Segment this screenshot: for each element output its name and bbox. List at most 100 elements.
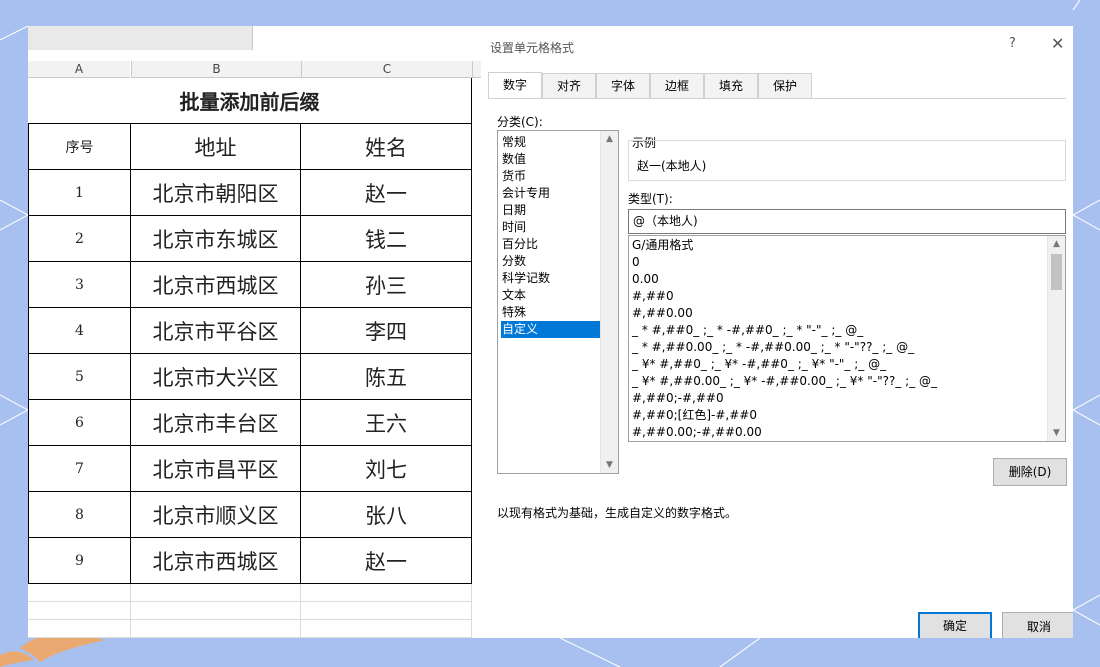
format-item[interactable]: G/通用格式	[632, 237, 693, 254]
index-cell[interactable]: 8	[28, 492, 131, 538]
index-cell[interactable]: 6	[28, 400, 131, 446]
header-cell-name[interactable]: 姓名	[301, 124, 472, 170]
sample-value: 赵一(本地人)	[637, 159, 707, 173]
address-cell[interactable]: 北京市朝阳区	[131, 170, 301, 216]
formula-bar	[28, 26, 481, 50]
category-item[interactable]: 科学记数	[501, 270, 602, 287]
format-item[interactable]: #,##0.00	[632, 305, 693, 322]
header-cell-address[interactable]: 地址	[131, 124, 301, 170]
delete-button[interactable]: 删除(D)	[993, 458, 1067, 486]
scroll-down-icon[interactable]: ▼	[1048, 425, 1065, 441]
table-row: 2 北京市东城区 钱二	[28, 216, 481, 262]
scroll-thumb[interactable]	[1051, 254, 1062, 290]
category-item[interactable]: 常规	[501, 134, 602, 151]
index-cell[interactable]: 2	[28, 216, 131, 262]
category-item[interactable]: 数值	[501, 151, 602, 168]
ok-button[interactable]: 确定	[918, 612, 992, 638]
format-item[interactable]: _ ¥* #,##0.00_ ;_ ¥* -#,##0.00_ ;_ ¥* "-…	[632, 373, 937, 390]
table-row: 1 北京市朝阳区 赵一	[28, 170, 481, 216]
category-item[interactable]: 时间	[501, 219, 602, 236]
name-cell[interactable]: 刘七	[301, 446, 472, 492]
column-header-d[interactable]	[472, 61, 481, 78]
name-cell[interactable]: 钱二	[301, 216, 472, 262]
category-item[interactable]: 百分比	[501, 236, 602, 253]
format-list[interactable]: G/通用格式 0 0.00 #,##0 #,##0.00 _ * #,##0_ ;_ * …	[628, 235, 1066, 442]
category-item[interactable]: 分数	[501, 253, 602, 270]
empty-cell[interactable]	[301, 602, 472, 620]
index-cell[interactable]: 3	[28, 262, 131, 308]
format-item[interactable]: #,##0.00;-#,##0.00	[632, 424, 762, 441]
empty-cell[interactable]	[301, 584, 472, 602]
category-item[interactable]: 文本	[501, 287, 602, 304]
dialog-title: 设置单元格格式	[490, 41, 575, 55]
scroll-up-icon[interactable]: ▲	[601, 131, 618, 147]
format-item[interactable]: #,##0;[红色]-#,##0	[632, 407, 757, 424]
cancel-button[interactable]: 取消	[1002, 612, 1073, 638]
index-cell[interactable]: 7	[28, 446, 131, 492]
category-scrollbar[interactable]: ▲ ▼	[600, 131, 618, 473]
name-cell[interactable]: 赵一	[301, 170, 472, 216]
index-cell[interactable]: 4	[28, 308, 131, 354]
formula-input[interactable]	[252, 26, 481, 50]
index-cell[interactable]: 1	[28, 170, 131, 216]
empty-row	[28, 620, 481, 638]
empty-cell[interactable]	[131, 620, 301, 638]
tab-font[interactable]: 字体	[596, 73, 650, 98]
table-row: 9 北京市西城区 赵一	[28, 538, 481, 584]
format-item[interactable]: #,##0;-#,##0	[632, 390, 724, 407]
category-item[interactable]: 会计专用	[501, 185, 602, 202]
name-cell[interactable]: 张八	[301, 492, 472, 538]
header-cell-index[interactable]: 序号	[28, 124, 131, 170]
type-input[interactable]: @（本地人)	[628, 209, 1066, 234]
index-cell[interactable]: 5	[28, 354, 131, 400]
format-item[interactable]: _ ¥* #,##0_ ;_ ¥* -#,##0_ ;_ ¥* "-"_ ;_ …	[632, 356, 886, 373]
help-icon[interactable]: ?	[1009, 36, 1016, 51]
format-item[interactable]: _ * #,##0_ ;_ * -#,##0_ ;_ * "-"_ ;_ @_	[632, 322, 863, 339]
column-header-b[interactable]: B	[131, 61, 301, 78]
tab-fill[interactable]: 填充	[704, 73, 758, 98]
address-cell[interactable]: 北京市平谷区	[131, 308, 301, 354]
empty-cell[interactable]	[301, 620, 472, 638]
format-item[interactable]: 0	[632, 254, 640, 271]
sample-box: 赵一(本地人)	[628, 140, 1066, 181]
empty-cell[interactable]	[28, 602, 131, 620]
close-icon[interactable]: ✕	[1051, 34, 1064, 53]
address-cell[interactable]: 北京市西城区	[131, 262, 301, 308]
format-item[interactable]: #,##0	[632, 288, 674, 305]
address-cell[interactable]: 北京市昌平区	[131, 446, 301, 492]
column-header-c[interactable]: C	[301, 61, 472, 78]
category-item[interactable]: 日期	[501, 202, 602, 219]
index-cell[interactable]: 9	[28, 538, 131, 584]
name-cell[interactable]: 陈五	[301, 354, 472, 400]
tab-border[interactable]: 边框	[650, 73, 704, 98]
column-header-a[interactable]: A	[28, 61, 130, 78]
category-list[interactable]: 常规 数值 货币 会计专用 日期 时间 百分比 分数 科学记数 文本 特殊 自定义 ▲ ▼	[497, 130, 619, 474]
address-cell[interactable]: 北京市丰台区	[131, 400, 301, 446]
description-text: 以现有格式为基础，生成自定义的数字格式。	[497, 506, 738, 520]
name-cell[interactable]: 王六	[301, 400, 472, 446]
category-item[interactable]: 特殊	[501, 304, 602, 321]
name-cell[interactable]: 赵一	[301, 538, 472, 584]
scroll-up-icon[interactable]: ▲	[1048, 236, 1065, 252]
format-scrollbar[interactable]: ▲ ▼	[1047, 236, 1065, 441]
tab-number[interactable]: 数字	[488, 72, 542, 99]
title-row: 批量添加前后缀	[28, 78, 481, 124]
empty-cell[interactable]	[28, 584, 131, 602]
address-cell[interactable]: 北京市大兴区	[131, 354, 301, 400]
empty-cell[interactable]	[131, 584, 301, 602]
name-cell[interactable]: 李四	[301, 308, 472, 354]
empty-cell[interactable]	[28, 620, 131, 638]
title-cell[interactable]: 批量添加前后缀	[28, 78, 472, 124]
address-cell[interactable]: 北京市西城区	[131, 538, 301, 584]
category-item[interactable]: 自定义	[501, 321, 602, 338]
scroll-down-icon[interactable]: ▼	[601, 457, 618, 473]
address-cell[interactable]: 北京市东城区	[131, 216, 301, 262]
tab-protection[interactable]: 保护	[758, 73, 812, 98]
name-cell[interactable]: 孙三	[301, 262, 472, 308]
address-cell[interactable]: 北京市顺义区	[131, 492, 301, 538]
format-item[interactable]: _ * #,##0.00_ ;_ * -#,##0.00_ ;_ * "-"??…	[632, 339, 914, 356]
tab-alignment[interactable]: 对齐	[542, 73, 596, 98]
format-item[interactable]: 0.00	[632, 271, 659, 288]
empty-cell[interactable]	[131, 602, 301, 620]
category-item[interactable]: 货币	[501, 168, 602, 185]
